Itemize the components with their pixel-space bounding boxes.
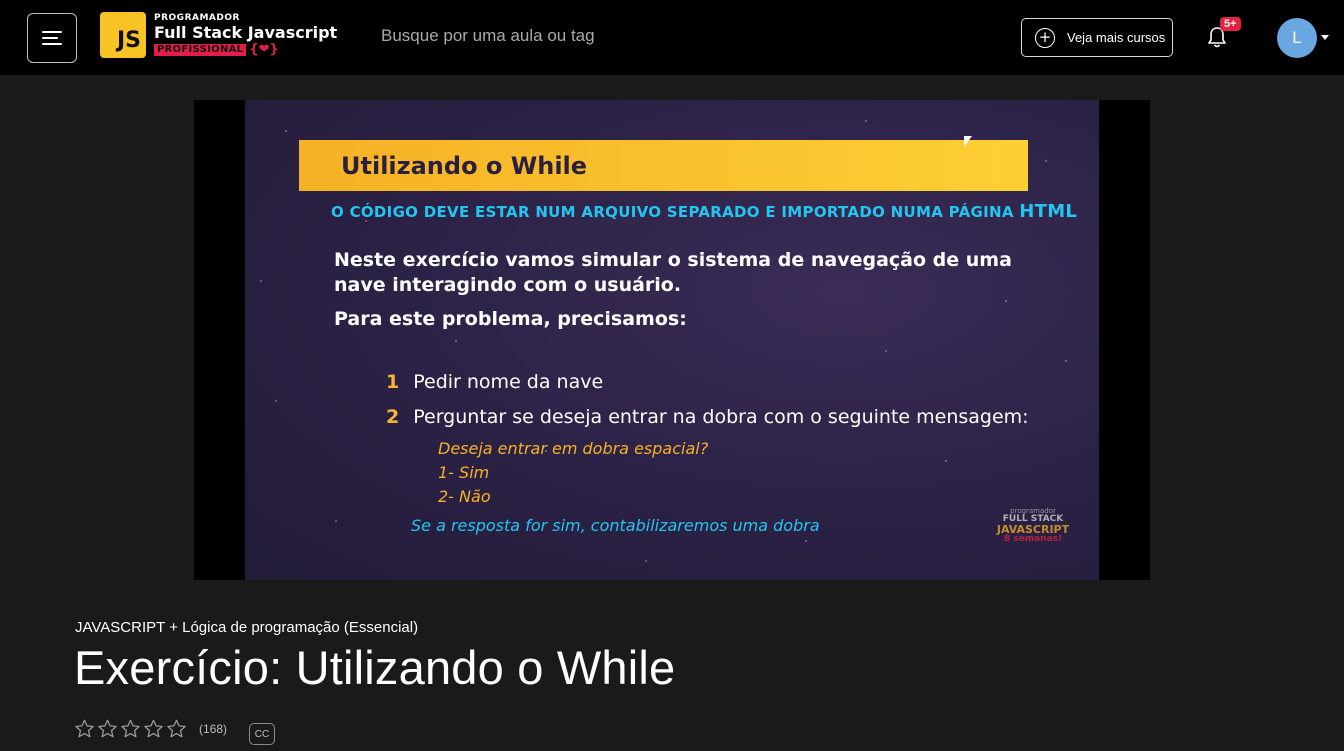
slide-note: Se a resposta for sim, contabilizaremos … (411, 516, 820, 535)
item-number: 1 (386, 371, 400, 393)
star-icon[interactable] (96, 718, 119, 740)
heart-braces-icon: {❤} (249, 42, 279, 57)
slide-title: Utilizando o While (341, 151, 588, 180)
slide-subtitle-html: HTML (1019, 201, 1078, 222)
logo-title: Full Stack Javascript (154, 23, 338, 42)
slide-list-item: 2 Perguntar se deseja entrar na dobra com… (386, 406, 1029, 428)
logo-pro-tag: PROFISSIONAL (154, 43, 247, 56)
logo-text: PROGRAMADOR Full Stack Javascript PROFIS… (154, 14, 337, 56)
logo-pro-row: PROFISSIONAL {❤} (154, 43, 337, 56)
slide-question-line: Deseja entrar em dobra espacial? (438, 439, 709, 458)
slide-list-item: 1 Pedir nome da nave (386, 371, 603, 393)
rating-stars (73, 718, 188, 740)
user-avatar[interactable]: L (1277, 18, 1317, 58)
plus-circle-icon: + (1035, 27, 1055, 48)
lesson-title: Exercício: Utilizando o While (74, 641, 676, 694)
more-courses-button[interactable]: + Veja mais cursos (1021, 18, 1173, 57)
mouse-cursor-icon (964, 136, 972, 147)
logo-subtitle: PROGRAMADOR (154, 13, 240, 23)
video-player[interactable]: Utilizando o While O CÓDIGO DEVE ESTAR N… (194, 100, 1150, 580)
more-courses-label: Veja mais cursos (1067, 30, 1166, 45)
hamburger-icon (42, 31, 62, 45)
closed-captions-badge[interactable]: CC (249, 723, 275, 745)
js-logo-badge: JS (100, 12, 146, 58)
site-logo[interactable]: JS PROGRAMADOR Full Stack Javascript PRO… (100, 12, 337, 58)
slide-subtitle-text: O CÓDIGO DEVE ESTAR NUM ARQUIVO SEPARADO… (331, 203, 1014, 221)
item-number: 2 (386, 406, 400, 428)
slide-subtitle: O CÓDIGO DEVE ESTAR NUM ARQUIVO SEPARADO… (331, 201, 1077, 222)
rating-count: (168) (199, 722, 228, 736)
star-icon[interactable] (165, 718, 188, 740)
slide-question-line: 1- Sim (438, 463, 490, 482)
notification-badge: 5+ (1220, 17, 1241, 31)
slide-title-banner: Utilizando o While (299, 140, 1028, 191)
star-icon[interactable] (142, 718, 165, 740)
star-icon[interactable] (119, 718, 142, 740)
video-slide: Utilizando o While O CÓDIGO DEVE ESTAR N… (245, 100, 1099, 580)
rating-widget: (168) (73, 718, 227, 740)
menu-button[interactable] (27, 13, 77, 63)
slide-paragraph: Neste exercício vamos simular o sistema … (334, 249, 1012, 296)
item-text: Perguntar se deseja entrar na dobra com … (413, 406, 1029, 428)
slide-watermark-logo: programador FULL STACK JAVASCRIPT 8 sema… (993, 508, 1073, 544)
slide-paragraph: Para este problema, precisamos: (334, 308, 687, 330)
chevron-down-icon[interactable] (1321, 35, 1329, 40)
search-input[interactable] (381, 26, 781, 46)
item-text: Pedir nome da nave (413, 371, 604, 393)
star-icon[interactable] (73, 718, 96, 740)
watermark-line: 8 semanas! (1003, 534, 1063, 544)
slide-question-line: 2- Não (438, 487, 491, 506)
course-name: JAVASCRIPT + Lógica de programação (Esse… (75, 619, 419, 636)
top-navbar: JS PROGRAMADOR Full Stack Javascript PRO… (0, 0, 1344, 75)
